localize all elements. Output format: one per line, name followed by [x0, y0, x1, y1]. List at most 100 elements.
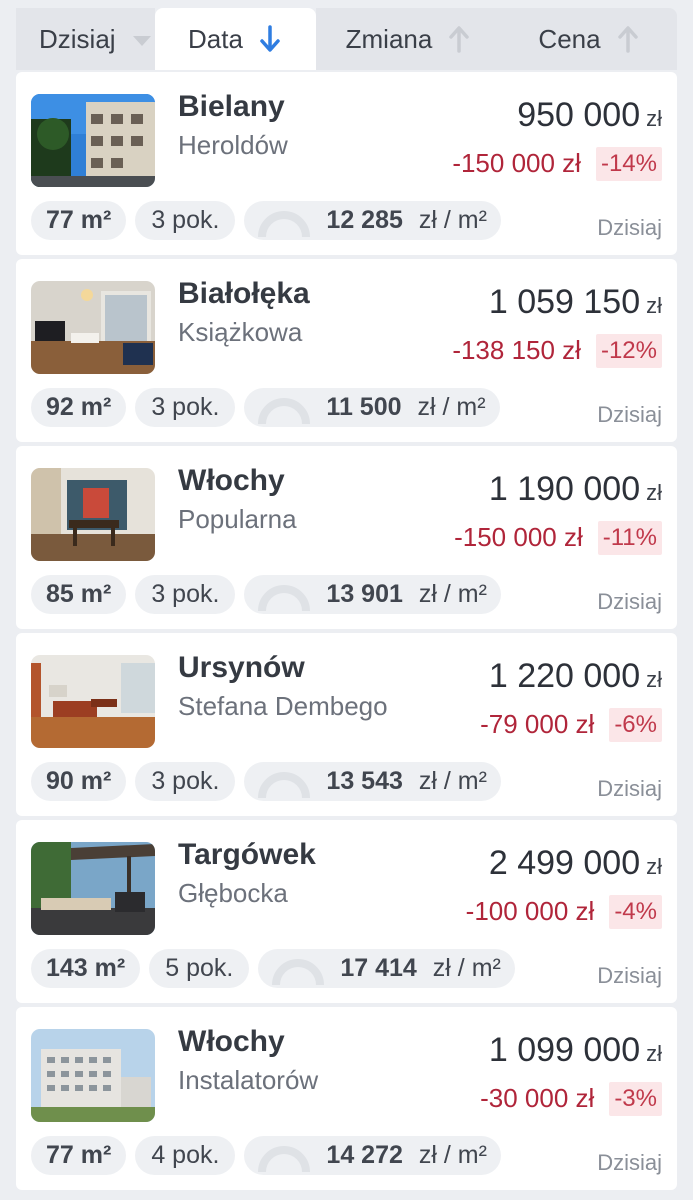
listing-card[interactable]: Białołęka Książkowa 1 059 150 zł -138 150… [16, 259, 677, 442]
listing-price: 950 000 zł [517, 96, 662, 135]
listing-chips: 143 m² 5 pok. 17 414 zł / m² [31, 949, 524, 988]
tab-label: Dzisiaj [39, 23, 116, 54]
listing-district: Ursynów [178, 651, 305, 684]
price-per-m2-chip: 13 543 zł / m² [244, 762, 501, 801]
listing-card[interactable]: Włochy Instalatorów 1 099 000 zł -30 000 … [16, 1007, 677, 1190]
price-value: 1 190 000 [488, 470, 641, 508]
tab-cena[interactable]: Cena [506, 8, 677, 70]
rooms-chip: 4 pok. [135, 1136, 236, 1175]
listing-price: 2 499 000 zł [489, 844, 662, 883]
listing-card[interactable]: Ursynów Stefana Dembego 1 220 000 zł -79 … [16, 633, 677, 816]
chevron-down-icon [133, 36, 151, 46]
area-chip: 143 m² [31, 949, 141, 988]
price-per-m2-value: 17 414 [340, 954, 417, 982]
listing-price: 1 099 000 zł [489, 1031, 662, 1070]
listing-photo[interactable] [31, 468, 155, 561]
price-change-amount: -100 000 zł [465, 896, 595, 926]
listing-street: Instalatorów [178, 1065, 319, 1095]
listing-photo[interactable] [31, 842, 155, 935]
listing-photo[interactable] [31, 655, 155, 748]
price-per-m2-unit: zł / m² [418, 580, 487, 608]
price-currency: zł [646, 480, 662, 505]
price-change-percent-badge: -12% [595, 333, 662, 368]
price-change-percent-badge: -3% [609, 1081, 662, 1116]
gauge-icon [258, 1145, 311, 1172]
price-value: 2 499 000 [488, 844, 641, 882]
tab-label: Zmiana [345, 23, 433, 54]
price-per-m2-value: 14 272 [326, 1141, 403, 1169]
rooms-chip: 3 pok. [135, 388, 236, 427]
area-chip: 77 m² [31, 201, 127, 240]
price-change: -150 000 zł -11% [454, 519, 662, 556]
listing-date: Dzisiaj [597, 1150, 662, 1175]
price-change-amount: -79 000 zł [480, 709, 595, 739]
listing-district: Białołęka [178, 277, 310, 310]
listing-price: 1 220 000 zł [489, 657, 662, 696]
area-chip: 90 m² [31, 762, 127, 801]
gauge-icon [258, 210, 311, 237]
price-per-m2-value: 12 285 [326, 206, 403, 234]
listing-chips: 85 m² 3 pok. 13 901 zł / m² [31, 575, 510, 614]
price-change-amount: -150 000 zł [452, 148, 581, 178]
tab-data[interactable]: Data [155, 8, 316, 70]
price-per-m2-unit: zł / m² [417, 393, 486, 421]
listing-price: 1 190 000 zł [489, 470, 662, 509]
listing-photo[interactable] [31, 94, 155, 187]
sort-tabs: Dzisiaj Data Zmiana Cena [16, 8, 677, 70]
listing-street: Popularna [178, 504, 297, 534]
gauge-icon [258, 771, 311, 798]
area-chip: 92 m² [31, 388, 127, 427]
listing-chips: 77 m² 4 pok. 14 272 zł / m² [31, 1136, 510, 1175]
listing-photo[interactable] [31, 1029, 155, 1122]
price-change-percent-badge: -11% [597, 520, 662, 555]
gauge-icon [258, 397, 311, 424]
rooms-chip: 3 pok. [135, 201, 236, 240]
listing-card[interactable]: Bielany Heroldów 950 000 zł -150 000 zł -… [16, 72, 677, 255]
price-currency: zł [646, 293, 662, 318]
price-currency: zł [646, 667, 662, 692]
price-value: 1 059 150 [488, 283, 641, 321]
tab-label: Data [188, 23, 243, 54]
price-currency: zł [646, 854, 662, 879]
price-per-m2-unit: zł / m² [418, 1141, 487, 1169]
listing-district: Bielany [178, 90, 285, 123]
price-per-m2-value: 13 901 [326, 580, 403, 608]
price-value: 1 220 000 [488, 657, 641, 695]
price-per-m2-value: 11 500 [326, 393, 402, 421]
price-per-m2-chip: 13 901 zł / m² [244, 575, 501, 614]
rooms-chip: 5 pok. [149, 949, 250, 988]
listing-district: Włochy [178, 1025, 285, 1058]
price-change-amount: -150 000 zł [454, 522, 583, 552]
price-change: -79 000 zł -6% [480, 706, 662, 743]
listing-photo[interactable] [31, 281, 155, 374]
arrow-up-icon [449, 26, 470, 53]
price-currency: zł [646, 106, 662, 131]
listing-chips: 90 m² 3 pok. 13 543 zł / m² [31, 762, 510, 801]
arrow-up-icon [617, 26, 638, 53]
tab-dzisiaj[interactable]: Dzisiaj [16, 8, 155, 70]
tab-zmiana[interactable]: Zmiana [316, 8, 506, 70]
listing-card[interactable]: Targówek Głębocka 2 499 000 zł -100 000 z… [16, 820, 677, 1003]
listing-street: Stefana Dembego [178, 691, 388, 721]
listing-card[interactable]: Włochy Popularna 1 190 000 zł -150 000 zł… [16, 446, 677, 629]
area-chip: 85 m² [31, 575, 127, 614]
price-currency: zł [646, 1041, 662, 1066]
price-change: -150 000 zł -14% [452, 145, 662, 182]
gauge-icon [258, 584, 311, 611]
listing-date: Dzisiaj [597, 402, 662, 427]
price-change-amount: -138 150 zł [452, 335, 581, 365]
listing-date: Dzisiaj [597, 589, 662, 614]
listing-date: Dzisiaj [597, 215, 662, 240]
tab-label: Cena [538, 23, 601, 54]
price-per-m2-unit: zł / m² [418, 767, 487, 795]
listing-street: Heroldów [178, 130, 288, 160]
arrow-down-icon [260, 25, 280, 52]
price-per-m2-unit: zł / m² [418, 206, 487, 234]
price-per-m2-value: 13 543 [326, 767, 403, 795]
price-per-m2-unit: zł / m² [432, 954, 501, 982]
listing-chips: 92 m² 3 pok. 11 500 zł / m² [31, 388, 509, 427]
listing-date: Dzisiaj [597, 963, 662, 988]
price-value: 1 099 000 [488, 1031, 641, 1069]
listing-district: Włochy [178, 464, 285, 497]
gauge-icon [272, 958, 325, 985]
